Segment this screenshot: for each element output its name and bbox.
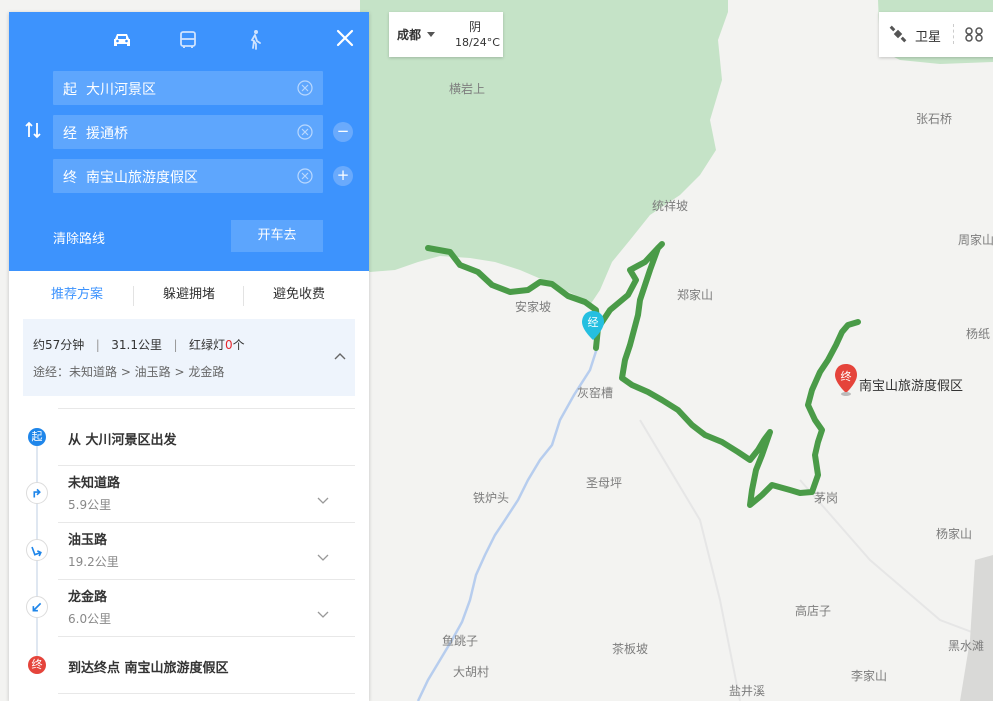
close-icon[interactable] <box>335 28 355 48</box>
place-label: 杨纸 <box>966 327 991 341</box>
route-summary[interactable]: 约57分钟 | 31.1公里 | 红绿灯0个 途经：未知道路 > 油玉路 > 龙… <box>23 319 355 396</box>
car-icon[interactable] <box>110 28 134 52</box>
place-label: 灰窑槽 <box>577 386 614 400</box>
place-label: 铁炉头 <box>473 491 510 505</box>
route-panel: 起 大川河景区 经 援通桥 终 南宝山旅游度假区 − + 清除路线 开车去 推荐… <box>9 12 369 701</box>
step-distance: 19.2公里 <box>68 555 119 569</box>
end-tag: 终 <box>63 170 77 186</box>
place-label: 大胡村 <box>453 665 490 679</box>
swap-icon[interactable] <box>23 120 43 140</box>
summary-lights-count: 0 <box>224 338 233 352</box>
tab-recommended[interactable]: 推荐方案 <box>21 271 133 319</box>
end-value[interactable]: 南宝山旅游度假区 <box>86 167 198 187</box>
route-options-tabs: 推荐方案 躲避拥堵 避免收费 <box>9 271 369 319</box>
place-label: 圣母坪 <box>586 476 623 490</box>
place-label: 盐井溪 <box>729 684 766 698</box>
tab-avoid-tolls[interactable]: 避免收费 <box>243 271 355 319</box>
city-selector[interactable]: 成都 <box>397 26 421 43</box>
step-distance: 5.9公里 <box>68 498 112 512</box>
chevron-down-icon[interactable] <box>316 493 330 507</box>
weather-temperature: 18/24°C <box>455 36 500 49</box>
summary-via-roads: 途经：未知道路 > 油玉路 > 龙金路 <box>33 365 225 379</box>
start-tag: 起 <box>63 82 77 98</box>
drive-button[interactable]: 开车去 <box>231 220 323 252</box>
place-label: 鱼跳子 <box>442 634 479 648</box>
start-input[interactable]: 起 大川河景区 <box>53 71 323 105</box>
place-label: 横岩上 <box>449 82 486 96</box>
start-value[interactable]: 大川河景区 <box>86 79 156 99</box>
caret-down-icon[interactable] <box>427 32 435 37</box>
place-label: 高店子 <box>795 604 832 618</box>
place-label: 周家山 <box>958 233 993 247</box>
step-divider <box>58 693 355 694</box>
via-value[interactable]: 援通桥 <box>86 123 128 143</box>
clear-icon[interactable] <box>297 168 313 184</box>
walk-icon[interactable] <box>243 28 267 52</box>
place-label: 郑家山 <box>677 288 714 302</box>
satellite-icon[interactable] <box>889 25 907 43</box>
turn-right-icon <box>26 482 48 504</box>
place-label: 杨家山 <box>936 527 973 541</box>
chevron-down-icon[interactable] <box>316 550 330 564</box>
clear-icon[interactable] <box>297 124 313 140</box>
chevron-down-icon[interactable] <box>316 607 330 621</box>
weather-widget: 成都 阴 18/24°C <box>389 12 503 57</box>
end-marker-label[interactable]: 南宝山旅游度假区 <box>859 375 963 394</box>
start-step-title: 从 大川河景区出发 <box>68 433 177 448</box>
summary-distance: 31.1公里 <box>111 338 162 352</box>
step-divider <box>58 522 355 523</box>
svg-text:经: 经 <box>588 316 599 329</box>
end-badge: 终 <box>28 656 46 674</box>
place-label: 张石桥 <box>916 112 953 126</box>
place-label: 黑水滩 <box>948 639 985 653</box>
place-label: 茶板坡 <box>612 642 649 656</box>
place-label: 安家坡 <box>515 300 552 314</box>
start-badge: 起 <box>28 428 46 446</box>
layer-divider <box>953 24 955 44</box>
svg-text:终: 终 <box>841 369 852 383</box>
end-step-title: 到达终点 南宝山旅游度假区 <box>68 661 229 676</box>
add-via-button[interactable]: + <box>333 166 353 186</box>
step-distance: 6.0公里 <box>68 612 112 626</box>
summary-lights-label: 红绿灯 <box>188 338 225 352</box>
satellite-toggle[interactable]: 卫星 <box>915 26 941 45</box>
route-header: 起 大川河景区 经 援通桥 终 南宝山旅游度假区 − + 清除路线 开车去 <box>9 12 369 271</box>
place-label: 李家山 <box>851 669 888 683</box>
step-title: 龙金路 <box>68 590 108 605</box>
step-title: 油玉路 <box>68 533 108 548</box>
tab-avoid-congestion[interactable]: 躲避拥堵 <box>133 271 245 319</box>
layer-control: 卫星 <box>879 12 993 57</box>
step-divider <box>58 465 355 466</box>
chevron-up-icon[interactable] <box>333 349 347 363</box>
end-input[interactable]: 终 南宝山旅游度假区 <box>53 159 323 193</box>
summary-lights-unit: 个 <box>232 338 245 352</box>
bus-icon[interactable] <box>176 28 200 52</box>
summary-stats: 约57分钟 | 31.1公里 | 红绿灯0个 <box>33 338 245 352</box>
clear-route-button[interactable]: 清除路线 <box>53 228 105 247</box>
via-tag: 经 <box>63 126 77 142</box>
place-label: 统祥坡 <box>652 199 689 213</box>
step-divider <box>58 408 355 409</box>
step-divider <box>58 579 355 580</box>
place-label: 茅岗 <box>814 491 839 505</box>
summary-time: 约57分钟 <box>33 338 85 352</box>
remove-via-button[interactable]: − <box>333 122 353 142</box>
turn-slight-right-icon <box>26 539 48 561</box>
turn-left-down-icon <box>26 596 48 618</box>
clear-icon[interactable] <box>297 80 313 96</box>
weather-condition: 阴 <box>469 20 482 34</box>
via-input[interactable]: 经 援通桥 <box>53 115 323 149</box>
step-title: 未知道路 <box>68 476 121 491</box>
step-divider <box>58 636 355 637</box>
traffic-layer-icon[interactable] <box>963 25 985 43</box>
